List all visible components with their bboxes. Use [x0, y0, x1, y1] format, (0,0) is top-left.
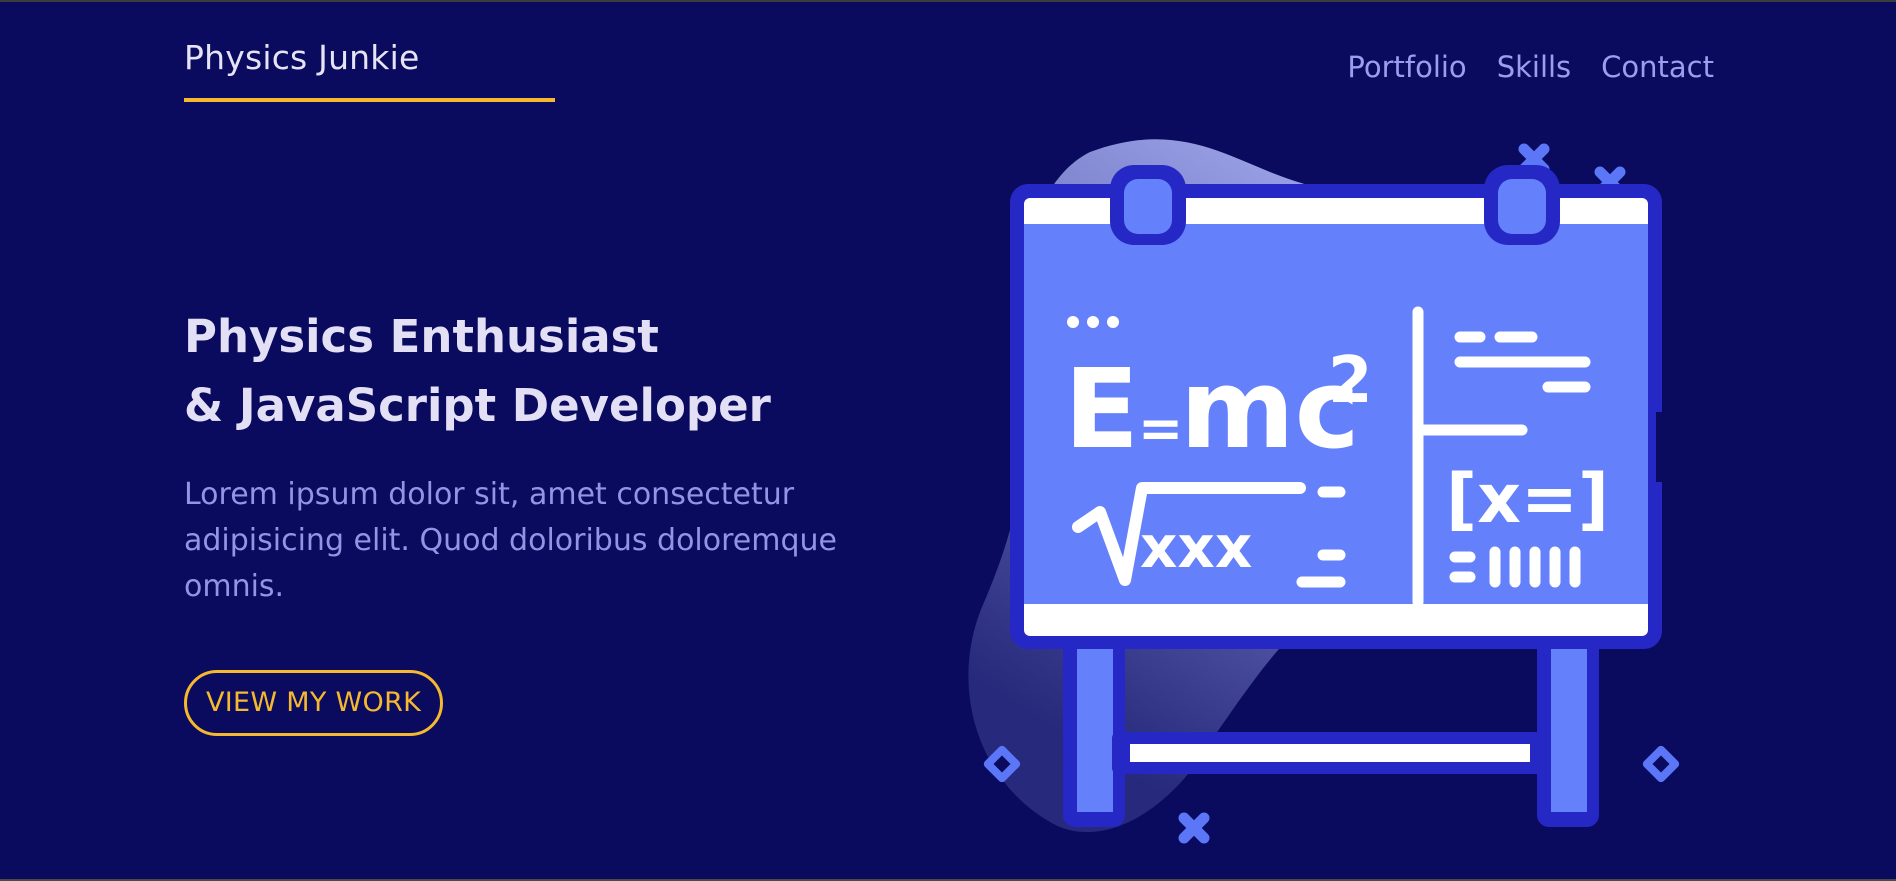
hero-headline: Physics Enthusiast & JavaScript Develope…: [184, 302, 771, 440]
blackboard: E = mc 2 xxx [x=]: [1010, 165, 1666, 649]
logo-underline: [184, 98, 555, 102]
nav-link-skills[interactable]: Skills: [1497, 50, 1571, 84]
nav-link-portfolio[interactable]: Portfolio: [1347, 50, 1466, 84]
formula-exponent: 2: [1328, 344, 1373, 418]
view-my-work-button[interactable]: VIEW MY WORK: [184, 670, 444, 736]
nav-link-contact[interactable]: Contact: [1601, 50, 1714, 84]
site-logo[interactable]: Physics Junkie: [184, 38, 419, 77]
blackboard-illustration: E = mc 2 xxx [x=]: [968, 139, 1680, 844]
formula-e: E: [1064, 345, 1139, 473]
matrix-content: [x=]: [1446, 460, 1609, 539]
hero-description: Lorem ipsum dolor sit, amet consectetur …: [184, 477, 837, 604]
hero-headline-line1: Physics Enthusiast: [184, 310, 659, 363]
formula-equals: =: [1138, 397, 1183, 460]
hero-headline-line2: & JavaScript Developer: [184, 379, 771, 432]
page: Physics Junkie Portfolio Skills Contact …: [0, 0, 1896, 881]
root-content: xxx: [1140, 513, 1252, 581]
main-nav: Portfolio Skills Contact: [1347, 50, 1714, 84]
